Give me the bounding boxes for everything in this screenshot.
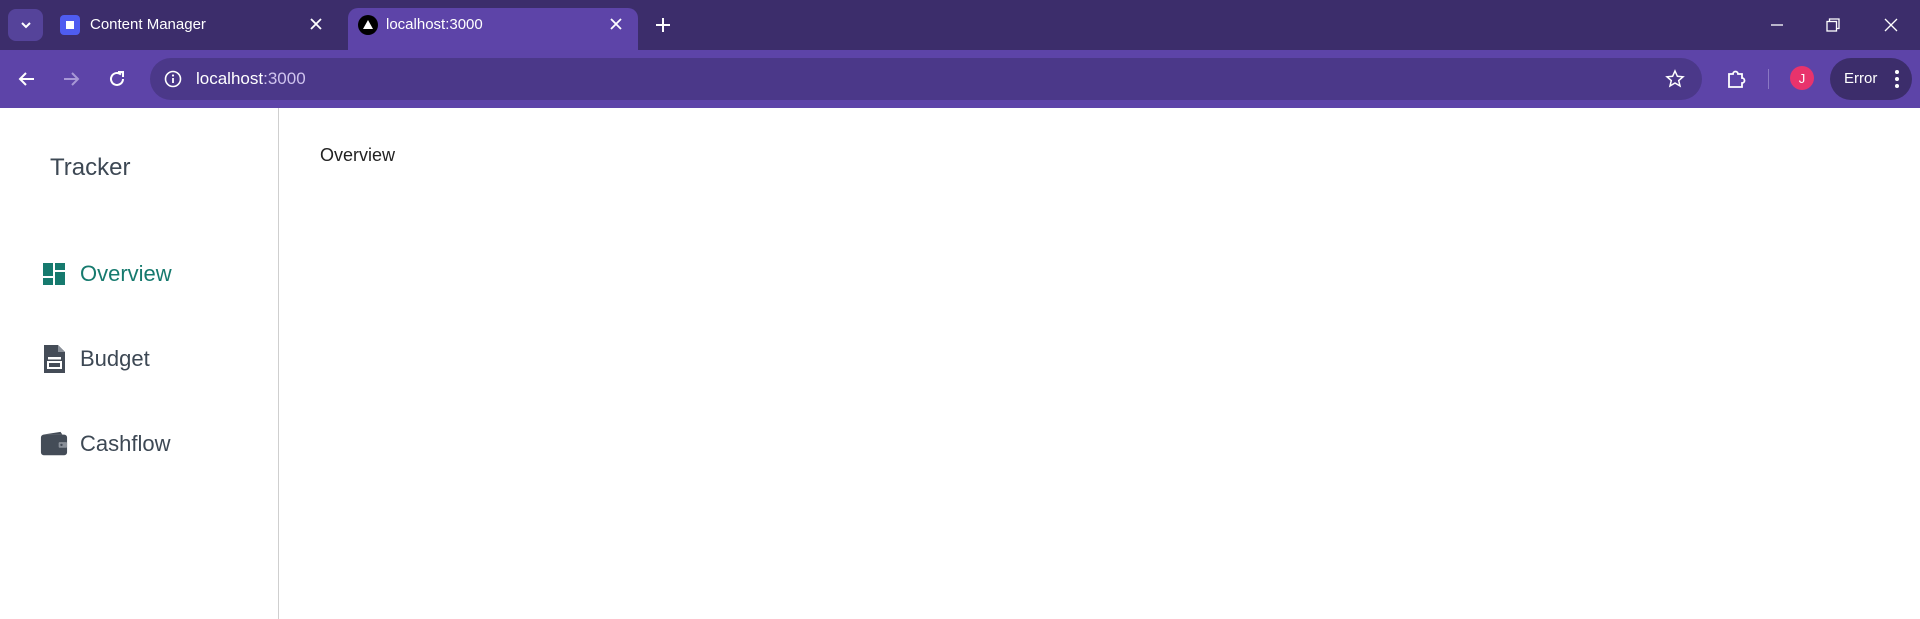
sidebar-item-label: Budget xyxy=(80,346,150,371)
toolbar-divider xyxy=(1768,69,1769,89)
error-button[interactable]: Error xyxy=(1830,58,1912,100)
brand-title: Tracker xyxy=(50,154,131,181)
url-host: localhost xyxy=(196,69,264,88)
sidebar-item-overview[interactable]: Overview xyxy=(40,254,172,294)
minimize-button[interactable] xyxy=(1764,12,1790,38)
site-info-icon[interactable] xyxy=(162,68,184,90)
wallet-icon xyxy=(40,430,68,458)
tab-title: Content Manager xyxy=(90,16,206,33)
address-bar[interactable]: localhost:3000 xyxy=(150,58,1702,100)
arrow-left-icon xyxy=(18,72,34,86)
extensions-button[interactable] xyxy=(1722,65,1750,93)
more-vert-icon xyxy=(1894,69,1900,89)
new-tab-button[interactable] xyxy=(652,14,674,36)
close-icon xyxy=(1884,18,1898,32)
sidebar: Tracker Overview Budget Cashflow xyxy=(0,108,279,619)
reload-icon xyxy=(110,71,124,86)
tab-strip: Content Manager localhost:3000 xyxy=(0,0,1920,50)
tab-close-button[interactable] xyxy=(606,14,626,34)
url-text: localhost:3000 xyxy=(196,69,306,89)
sidebar-item-label: Cashflow xyxy=(80,431,171,456)
profile-avatar[interactable]: J xyxy=(1790,66,1814,90)
arrow-right-icon xyxy=(64,72,80,86)
back-button[interactable] xyxy=(12,64,42,94)
chevron-down-icon xyxy=(20,22,31,29)
url-port: :3000 xyxy=(263,69,306,88)
browser-toolbar: localhost:3000 J Error xyxy=(0,50,1920,108)
close-window-button[interactable] xyxy=(1878,12,1904,38)
close-icon xyxy=(610,18,622,30)
tab-localhost[interactable]: localhost:3000 xyxy=(348,8,638,50)
forward-button[interactable] xyxy=(56,64,86,94)
plus-icon xyxy=(656,18,670,32)
sidebar-item-budget[interactable]: Budget xyxy=(40,339,150,379)
reload-button[interactable] xyxy=(102,64,132,94)
sidebar-item-cashflow[interactable]: Cashflow xyxy=(40,424,170,464)
page-title: Overview xyxy=(320,145,396,165)
puzzle-icon xyxy=(1728,70,1746,88)
tab-search-button[interactable] xyxy=(8,9,43,41)
dashboard-icon xyxy=(40,260,68,288)
restore-icon xyxy=(1826,18,1840,32)
triangle-icon xyxy=(358,15,378,35)
main-content: Overview xyxy=(280,108,1920,619)
bookmark-star-icon[interactable] xyxy=(1664,68,1686,90)
tab-content-manager[interactable]: Content Manager xyxy=(48,8,338,50)
tab-title: localhost:3000 xyxy=(386,16,483,33)
minimize-icon xyxy=(1771,24,1783,26)
error-label: Error xyxy=(1844,70,1878,87)
sidebar-item-label: Overview xyxy=(80,261,172,286)
document-icon xyxy=(40,345,68,373)
restore-button[interactable] xyxy=(1820,12,1846,38)
tab-close-button[interactable] xyxy=(306,14,326,34)
cube-icon xyxy=(60,15,80,35)
close-icon xyxy=(310,18,322,30)
